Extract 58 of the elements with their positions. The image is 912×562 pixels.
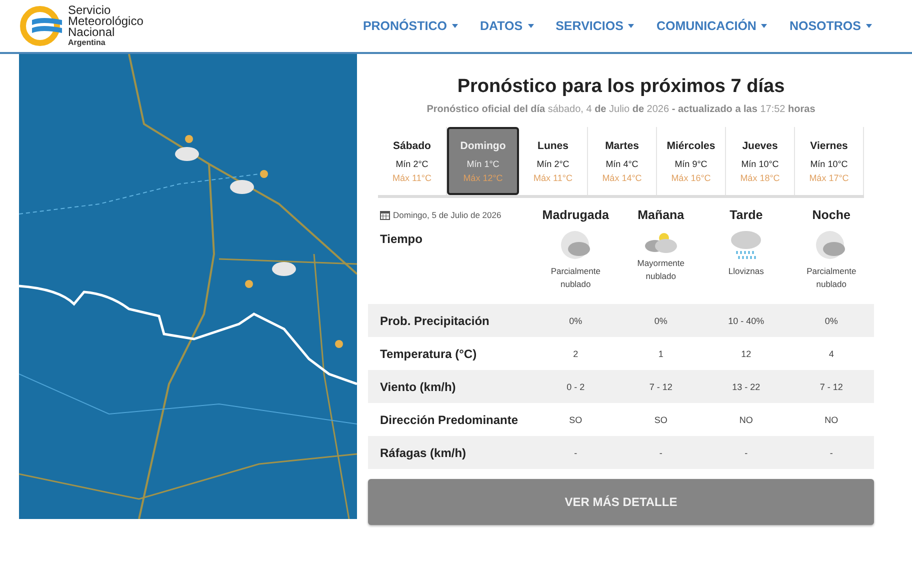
nav-menu-item[interactable]: SERVICIOS <box>556 19 634 33</box>
nav-menu-item[interactable]: NOSOTROS <box>789 19 872 33</box>
row-label: Prob. Precipitación <box>380 314 490 328</box>
table-cell: 0 - 2 <box>566 382 585 392</box>
period-heading: Madrugada <box>542 208 609 222</box>
table-cell: SO <box>569 414 582 424</box>
table-cell: 1 <box>658 348 664 358</box>
row-label: Ráfagas (km/h) <box>380 446 466 460</box>
day-tab[interactable]: Miércoles Mín 9°C Máx 16°C <box>657 127 726 195</box>
table-cell: - <box>574 448 578 458</box>
table-cell: 0% <box>569 316 582 326</box>
logo-text: Argentina <box>68 38 106 47</box>
period-heading: Noche <box>812 208 850 222</box>
logo-icon <box>20 6 64 46</box>
forecast-date: Domingo, 5 de Julio de 2026 <box>393 210 502 220</box>
logo-text: Servicio <box>68 5 111 16</box>
table-cell: NO <box>739 414 753 424</box>
forecast-title: Pronóstico para los próximos 7 días <box>456 76 786 98</box>
detail-button[interactable]: VER MÁS DETALLE <box>368 479 874 525</box>
forecast-subtitle: Pronóstico oficial del día sábado, 4 de Julio de 2026 - actualizado a las 17:52 horas <box>426 104 816 115</box>
row-label: Temperatura (°C) <box>380 346 477 360</box>
weather-condition: Parcialmente nublado <box>550 265 602 291</box>
weather-condition: Parcialmente nublado <box>806 265 858 291</box>
weather-condition: Lloviznas <box>727 265 765 278</box>
nav-menu-item[interactable]: COMUNICACIÓN <box>656 19 768 33</box>
nav-menu-item[interactable]: DATOS <box>480 19 534 33</box>
table-cell: 7 - 12 <box>820 382 843 392</box>
sun-cloud-icon <box>644 230 678 254</box>
day-tab[interactable]: Jueves Mín 10°C Máx 18°C <box>726 127 795 195</box>
table-cell: - <box>830 448 833 458</box>
period-heading: Mañana <box>638 208 684 222</box>
day-tab[interactable]: Viernes Mín 10°C Máx 17°C <box>795 127 864 195</box>
row-label: Viento (km/h) <box>380 380 456 394</box>
table-cell: - <box>659 448 662 458</box>
table-cell: 4 <box>828 348 834 358</box>
table-cell: 12 <box>741 348 752 358</box>
day-tab[interactable]: Martes Mín 4°C Máx 14°C <box>588 127 657 195</box>
table-cell: 10 - 40% <box>728 316 764 326</box>
table-cell: NO <box>824 414 838 424</box>
row-label: Tiempo <box>380 232 424 246</box>
table-cell: 13 - 22 <box>732 382 760 392</box>
row-label: Dirección Predominante <box>380 412 518 426</box>
moon-cloud-icon <box>558 230 593 262</box>
nav-menu-item[interactable]: PRONÓSTICO <box>362 19 458 33</box>
table-cell: SO <box>654 414 668 424</box>
period-heading: Tarde <box>730 208 763 222</box>
table-cell: - <box>744 448 748 458</box>
day-tab[interactable]: Lunes Mín 2°C Máx 11°C <box>519 127 588 195</box>
rain-cloud-icon <box>729 230 764 262</box>
table-cell: 2 <box>573 348 578 358</box>
logo-text: Meteorológico <box>68 16 144 27</box>
day-tab[interactable]: Domingo Mín 1°C Máx 12°C <box>447 127 519 195</box>
table-cell: 7 - 12 <box>649 382 672 392</box>
logo-text: Nacional <box>68 27 115 38</box>
table-cell: 0% <box>824 316 838 326</box>
calendar-icon <box>380 210 390 220</box>
table-cell: 0% <box>654 316 668 326</box>
weather-condition: Mayormente nublado <box>636 257 686 283</box>
